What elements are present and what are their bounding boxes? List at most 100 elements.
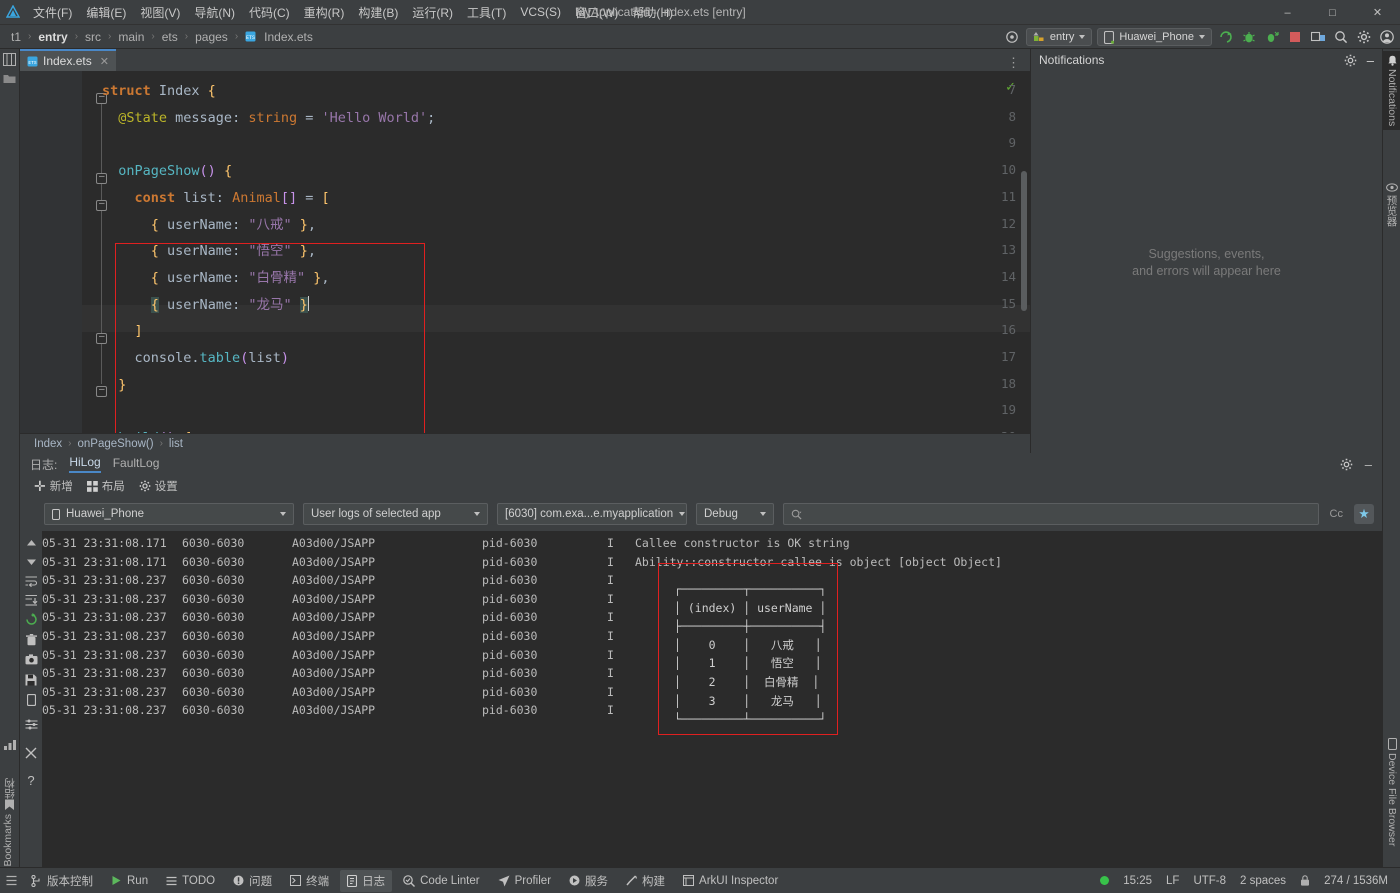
log-highlight-button[interactable]: [1354, 504, 1374, 524]
sidebar-label-bookmarks[interactable]: Bookmarks: [2, 814, 14, 867]
code-line[interactable]: struct Index {: [102, 78, 216, 105]
breadcrumb-item-main[interactable]: main: [115, 29, 147, 45]
code-content[interactable]: struct Index { @State message: string = …: [82, 71, 1030, 453]
status-item-profiler[interactable]: Profiler: [491, 872, 558, 890]
device-selector[interactable]: Huawei_Phone: [1097, 28, 1212, 46]
sidebar-item-previewer[interactable]: 预览器: [1383, 179, 1400, 231]
minimize-panel-icon[interactable]: –: [1365, 457, 1372, 472]
sidebar-label-structure[interactable]: 结构: [2, 778, 17, 799]
breadcrumb[interactable]: t1 › entry › src › main › ets › pages › …: [0, 29, 316, 45]
profile-icon[interactable]: [1263, 28, 1281, 46]
breadcrumb-item-ets[interactable]: ets: [159, 29, 181, 45]
status-item-run[interactable]: Run: [104, 872, 155, 890]
close-button[interactable]: ✕: [1355, 0, 1400, 25]
breadcrumb-item-entry[interactable]: entry: [35, 29, 70, 45]
run-icon[interactable]: [1217, 28, 1235, 46]
log-scope-selector[interactable]: User logs of selected app: [303, 503, 488, 525]
status-item-code-linter[interactable]: Code Linter: [396, 872, 486, 890]
log-row[interactable]: 05-31 23:31:08.1716030-6030A03d00/JSAPPp…: [42, 553, 1364, 572]
log-process-selector[interactable]: [6030] com.exa...e.myapplication: [497, 503, 687, 525]
window-controls[interactable]: – □ ✕: [1265, 0, 1400, 25]
trash-icon[interactable]: [20, 630, 42, 649]
save-icon[interactable]: [20, 670, 42, 689]
log-action-settings[interactable]: 设置: [139, 478, 178, 494]
status-item-构建[interactable]: 构建: [619, 870, 672, 892]
status-menu-icon[interactable]: [0, 875, 22, 886]
menu-item-view[interactable]: 视图(V): [133, 1, 187, 24]
code-line[interactable]: const list: Animal[] = [: [102, 185, 330, 212]
status-item-todo[interactable]: TODO: [159, 872, 222, 890]
status-item-版本控制[interactable]: 版本控制: [24, 870, 100, 892]
code-editor[interactable]: ✓ 7891011121314151617181920 struct Index…: [20, 71, 1030, 453]
breadcrumb-item-indexets[interactable]: Index.ets: [261, 29, 316, 45]
code-line[interactable]: { userName: "白骨精" },: [102, 265, 330, 292]
structure-tool-icon[interactable]: [4, 739, 16, 751]
close-icon[interactable]: [20, 743, 42, 762]
lock-icon[interactable]: [1300, 875, 1310, 886]
editor-structure-breadcrumb[interactable]: Index › onPageShow() › list: [20, 433, 1030, 453]
more-vertical-icon[interactable]: ⋮: [1007, 55, 1030, 71]
status-indent[interactable]: 2 spaces: [1240, 875, 1286, 887]
breadcrumb-item-src[interactable]: src: [82, 29, 104, 45]
debug-icon[interactable]: [1240, 28, 1258, 46]
log-action-layout[interactable]: 布局: [87, 478, 125, 494]
log-action-new[interactable]: ✛ 新增: [34, 478, 73, 495]
sidebar-item-device-file-browser[interactable]: Device File Browser: [1383, 734, 1400, 850]
code-line[interactable]: { userName: "悟空" },: [102, 238, 316, 265]
minimize-button[interactable]: –: [1265, 0, 1310, 25]
menu-item-vcs[interactable]: VCS(S): [513, 2, 568, 22]
target-icon[interactable]: [1003, 28, 1021, 46]
scroll-down-icon[interactable]: [20, 552, 42, 571]
search-icon[interactable]: [1332, 28, 1350, 46]
log-search-input[interactable]: [783, 503, 1319, 525]
screenshot-icon[interactable]: [20, 650, 42, 669]
status-encoding[interactable]: UTF-8: [1193, 875, 1226, 887]
minimize-panel-icon[interactable]: –: [1367, 53, 1374, 68]
status-item-终端[interactable]: 终端: [283, 870, 336, 892]
log-row[interactable]: 05-31 23:31:08.1716030-6030A03d00/JSAPPp…: [42, 534, 1364, 553]
account-icon[interactable]: [1378, 28, 1396, 46]
editor-tab-index-ets[interactable]: ETS Index.ets ✕: [20, 49, 116, 71]
code-line[interactable]: @State message: string = 'Hello World';: [102, 105, 435, 132]
status-item-arkui-inspector[interactable]: ArkUI Inspector: [676, 872, 785, 890]
folder-icon[interactable]: [3, 73, 16, 84]
code-line[interactable]: }: [102, 372, 126, 399]
project-tool-icon[interactable]: [3, 53, 16, 66]
status-item-日志[interactable]: 日志: [340, 870, 392, 892]
structure-crumb-list[interactable]: list: [169, 438, 183, 450]
maximize-button[interactable]: □: [1310, 0, 1355, 25]
filter-settings-icon[interactable]: [20, 715, 42, 734]
code-line[interactable]: { userName: "龙马" }: [102, 292, 309, 319]
status-bar-items[interactable]: 版本控制RunTODO问题终端日志Code Linter Profiler服务构建…: [22, 870, 787, 892]
structure-crumb-onpageshow[interactable]: onPageShow(): [77, 438, 153, 450]
breadcrumb-item-pages[interactable]: pages: [192, 29, 231, 45]
status-memory[interactable]: 274 / 1536M: [1324, 875, 1388, 887]
menu-item-edit[interactable]: 编辑(E): [79, 1, 133, 24]
status-item-服务[interactable]: 服务: [562, 870, 615, 892]
close-icon[interactable]: ✕: [100, 55, 109, 68]
breadcrumb-item-t1[interactable]: t1: [8, 29, 24, 45]
help-icon[interactable]: ?: [20, 771, 42, 790]
code-line[interactable]: ]: [102, 318, 143, 345]
status-item-问题[interactable]: 问题: [226, 870, 279, 892]
settings-gear-icon[interactable]: [1355, 28, 1373, 46]
tab-hilog[interactable]: HiLog: [69, 455, 100, 473]
code-line[interactable]: console.table(list): [102, 345, 289, 372]
restart-icon[interactable]: [20, 610, 42, 629]
menu-item-code[interactable]: 代码(C): [242, 1, 297, 24]
device-icon[interactable]: [20, 690, 42, 709]
gear-icon[interactable]: [1340, 458, 1353, 471]
scroll-to-end-icon[interactable]: [20, 590, 42, 609]
menu-item-tools[interactable]: 工具(T): [460, 1, 513, 24]
menu-item-file[interactable]: 文件(F): [26, 1, 79, 24]
structure-crumb-index[interactable]: Index: [34, 438, 62, 450]
menu-item-run[interactable]: 运行(R): [405, 1, 460, 24]
device-manager-icon[interactable]: [1309, 28, 1327, 46]
menu-item-build[interactable]: 构建(B): [351, 1, 405, 24]
gear-icon[interactable]: [1344, 54, 1357, 67]
menu-item-refactor[interactable]: 重构(R): [297, 1, 352, 24]
code-line[interactable]: { userName: "八戒" },: [102, 212, 316, 239]
log-level-selector[interactable]: Debug: [696, 503, 774, 525]
bookmarks-icon[interactable]: [4, 799, 15, 811]
menu-item-navigate[interactable]: 导航(N): [187, 1, 242, 24]
